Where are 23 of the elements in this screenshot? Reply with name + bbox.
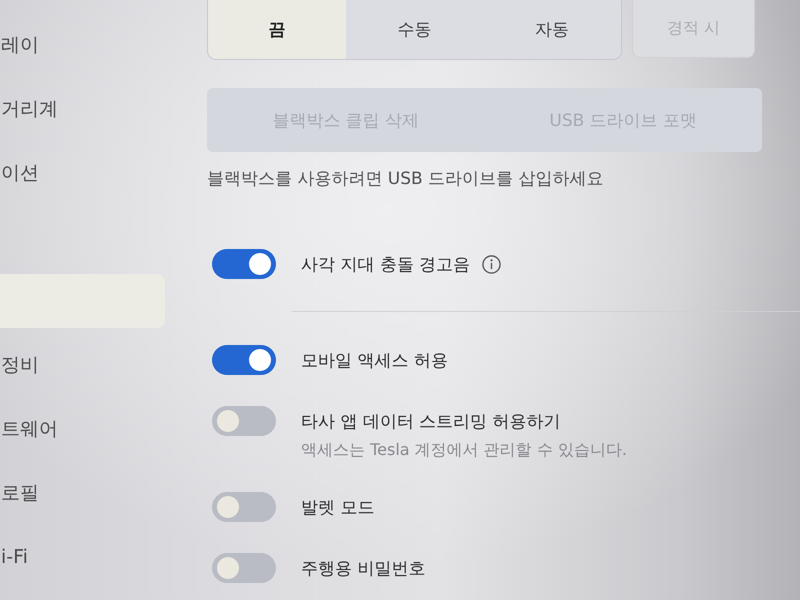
sidebar-item[interactable]: 트웨어: [0, 397, 165, 461]
setting-label: 사각 지대 충돌 경고음: [301, 254, 470, 276]
segment-option[interactable]: 자동: [483, 0, 621, 59]
sidebar-item[interactable]: 로필: [0, 461, 165, 525]
sidebar-item[interactable]: 정비: [0, 333, 165, 397]
info-icon[interactable]: [482, 254, 502, 274]
toggle-switch[interactable]: [212, 345, 276, 375]
setting-label: 발렛 모드: [301, 496, 374, 518]
segment-option[interactable]: 끔: [208, 0, 346, 59]
setting-description: 액세스는 Tesla 계정에서 관리할 수 있습니다.: [301, 439, 627, 461]
segment-option[interactable]: 수동: [346, 0, 484, 59]
toggle-switch[interactable]: [212, 249, 276, 279]
setting-label: 모바일 액세스 허용: [301, 350, 448, 372]
sidebar-item[interactable]: 이션: [0, 141, 165, 205]
toggle-switch[interactable]: [212, 492, 276, 522]
sidebar-item[interactable]: 거리계: [0, 77, 165, 141]
toggle-switch[interactable]: [212, 406, 276, 436]
toggle-switch[interactable]: [212, 553, 276, 583]
setting-label: 타사 앱 데이터 스트리밍 허용하기: [301, 410, 561, 432]
notice-text: 블랙박스를 사용하려면 USB 드라이브를 삽입하세요: [207, 168, 605, 190]
sidebar-item[interactable]: 레이: [0, 13, 165, 77]
setting-label: 주행용 비밀번호: [301, 558, 426, 580]
sidebar-item[interactable]: i-Fi: [0, 525, 165, 589]
